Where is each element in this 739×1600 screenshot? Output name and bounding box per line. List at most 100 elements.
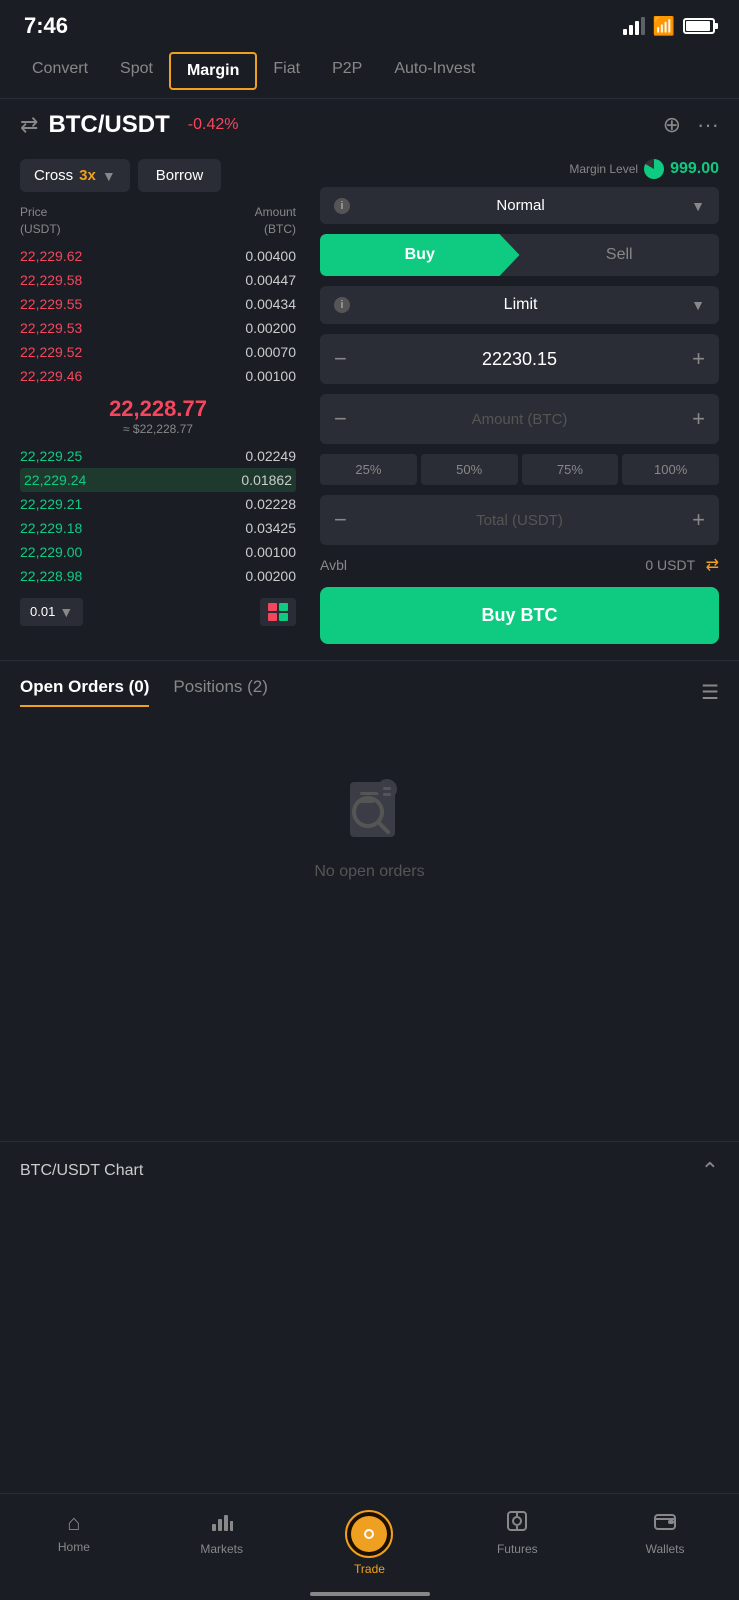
nav-markets[interactable]: Markets bbox=[148, 1502, 296, 1584]
bid-row[interactable]: 22,229.00 0.00100 bbox=[20, 540, 296, 564]
status-bar: 7:46 📶 bbox=[0, 0, 739, 48]
avbl-row: Avbl 0 USDT ⇄ bbox=[320, 555, 719, 575]
pair-change: -0.42% bbox=[188, 116, 239, 134]
amount-input-row: − Amount (BTC) + bbox=[320, 394, 719, 444]
buy-sell-tabs: Buy Sell bbox=[320, 234, 719, 276]
positions-tab[interactable]: Positions (2) bbox=[173, 677, 267, 707]
nav-futures[interactable]: Futures bbox=[443, 1502, 591, 1584]
total-row: − Total (USDT) + bbox=[320, 495, 719, 545]
tab-fiat[interactable]: Fiat bbox=[257, 52, 316, 90]
bids-list: 22,229.25 0.02249 22,229.24 0.01862 22,2… bbox=[20, 444, 296, 588]
borrow-button[interactable]: Borrow bbox=[138, 159, 222, 192]
ask-row[interactable]: 22,229.52 0.00070 bbox=[20, 340, 296, 364]
ask-row[interactable]: 22,229.46 0.00100 bbox=[20, 364, 296, 388]
battery-icon bbox=[683, 18, 715, 34]
filter-icon[interactable]: ☰ bbox=[701, 680, 719, 705]
pair-header: ⇄ BTC/USDT -0.42% ⊕ ··· bbox=[0, 99, 739, 151]
futures-icon bbox=[506, 1510, 528, 1538]
nav-trade[interactable]: Trade bbox=[296, 1502, 444, 1584]
percentage-row: 25% 50% 75% 100% bbox=[320, 454, 719, 485]
indicators-icon[interactable]: ⊕ bbox=[663, 112, 681, 138]
orders-tab-group: Open Orders (0) Positions (2) bbox=[20, 677, 268, 707]
pair-info[interactable]: ⇄ BTC/USDT -0.42% bbox=[20, 111, 238, 139]
bid-row[interactable]: 22,229.21 0.02228 bbox=[20, 492, 296, 516]
limit-info-icon: i bbox=[334, 297, 350, 313]
ask-row[interactable]: 22,229.53 0.00200 bbox=[20, 316, 296, 340]
tab-margin[interactable]: Margin bbox=[169, 52, 257, 90]
wallets-icon bbox=[654, 1510, 676, 1538]
ask-row[interactable]: 22,229.58 0.00447 bbox=[20, 268, 296, 292]
markets-label: Markets bbox=[200, 1542, 243, 1556]
buy-tab[interactable]: Buy bbox=[320, 234, 520, 276]
order-type-select[interactable]: i Normal ▼ bbox=[320, 187, 719, 224]
bid-row[interactable]: 22,228.98 0.00200 bbox=[20, 564, 296, 588]
price-value[interactable]: 22230.15 bbox=[482, 349, 557, 370]
home-label: Home bbox=[58, 1540, 90, 1554]
tab-spot[interactable]: Spot bbox=[104, 52, 169, 90]
amount-increase-button[interactable]: + bbox=[692, 406, 705, 432]
total-increase-button[interactable]: + bbox=[692, 507, 705, 533]
pair-name: BTC/USDT bbox=[48, 111, 169, 139]
empty-orders-text: No open orders bbox=[314, 863, 424, 881]
total-input[interactable]: Total (USDT) bbox=[476, 512, 563, 529]
ask-row[interactable]: 22,229.62 0.00400 bbox=[20, 244, 296, 268]
chevron-icon: ▼ bbox=[102, 168, 116, 184]
ob-headers: Price (USDT) Amount (BTC) bbox=[20, 204, 296, 238]
bid-row[interactable]: 22,229.24 0.01862 bbox=[20, 468, 296, 492]
swap-currency-icon[interactable]: ⇄ bbox=[706, 557, 719, 574]
gauge-icon bbox=[644, 159, 664, 179]
pct-25-button[interactable]: 25% bbox=[320, 454, 417, 485]
home-indicator bbox=[310, 1592, 430, 1596]
empty-orders-icon bbox=[330, 767, 410, 847]
total-decrease-button[interactable]: − bbox=[334, 507, 347, 533]
order-type-chevron: ▼ bbox=[691, 198, 705, 214]
margin-level-label: Margin Level bbox=[569, 162, 638, 176]
signal-icon bbox=[623, 17, 645, 35]
pct-75-button[interactable]: 75% bbox=[522, 454, 619, 485]
limit-chevron: ▼ bbox=[691, 297, 705, 313]
nav-home[interactable]: ⌂ Home bbox=[0, 1502, 148, 1584]
limit-select[interactable]: i Limit ▼ bbox=[320, 286, 719, 324]
amount-decrease-button[interactable]: − bbox=[334, 406, 347, 432]
trade-icon-wrapper bbox=[345, 1510, 393, 1558]
price-decrease-button[interactable]: − bbox=[334, 346, 347, 372]
status-time: 7:46 bbox=[24, 13, 68, 39]
nav-wallets[interactable]: Wallets bbox=[591, 1502, 739, 1584]
empty-orders: No open orders bbox=[20, 707, 719, 921]
avbl-label: Avbl bbox=[320, 557, 347, 573]
amount-header: Amount (BTC) bbox=[255, 204, 296, 238]
home-icon: ⌂ bbox=[67, 1510, 80, 1536]
buy-btc-button[interactable]: Buy BTC bbox=[320, 587, 719, 644]
order-form: Margin Level 999.00 i Normal ▼ Buy Sell … bbox=[308, 151, 731, 652]
tab-autoinvest[interactable]: Auto-Invest bbox=[378, 52, 491, 90]
cross-leverage-button[interactable]: Cross 3x ▼ bbox=[20, 159, 130, 192]
grid-icon bbox=[268, 603, 288, 621]
bid-row[interactable]: 22,229.25 0.02249 bbox=[20, 444, 296, 468]
wifi-icon: 📶 bbox=[653, 16, 675, 37]
price-increase-button[interactable]: + bbox=[692, 346, 705, 372]
bid-row[interactable]: 22,229.18 0.03425 bbox=[20, 516, 296, 540]
open-orders-tab[interactable]: Open Orders (0) bbox=[20, 677, 149, 707]
futures-label: Futures bbox=[497, 1542, 538, 1556]
amount-input[interactable]: Amount (BTC) bbox=[472, 411, 568, 428]
tab-p2p[interactable]: P2P bbox=[316, 52, 378, 90]
orders-tabs: Open Orders (0) Positions (2) ☰ bbox=[20, 677, 719, 707]
wallets-label: Wallets bbox=[646, 1542, 685, 1556]
sell-tab[interactable]: Sell bbox=[520, 234, 720, 276]
swap-icon: ⇄ bbox=[20, 112, 38, 138]
pct-100-button[interactable]: 100% bbox=[622, 454, 719, 485]
avbl-value: 0 USDT bbox=[645, 557, 695, 573]
decimal-select[interactable]: 0.01 ▼ bbox=[20, 598, 83, 626]
pct-50-button[interactable]: 50% bbox=[421, 454, 518, 485]
ask-row[interactable]: 22,229.55 0.00434 bbox=[20, 292, 296, 316]
limit-label: Limit bbox=[504, 296, 538, 314]
tab-convert[interactable]: Convert bbox=[16, 52, 104, 90]
asks-list: 22,229.62 0.00400 22,229.58 0.00447 22,2… bbox=[20, 244, 296, 388]
chart-toggle-button[interactable] bbox=[260, 598, 296, 626]
chart-collapse-button[interactable]: ⌃ bbox=[701, 1158, 719, 1184]
leverage-value: 3x bbox=[79, 167, 96, 184]
chart-section: BTC/USDT Chart ⌃ bbox=[0, 1141, 739, 1200]
more-icon[interactable]: ··· bbox=[697, 112, 719, 138]
trade-coin-icon bbox=[351, 1516, 387, 1552]
ob-controls: Cross 3x ▼ Borrow bbox=[20, 159, 296, 192]
